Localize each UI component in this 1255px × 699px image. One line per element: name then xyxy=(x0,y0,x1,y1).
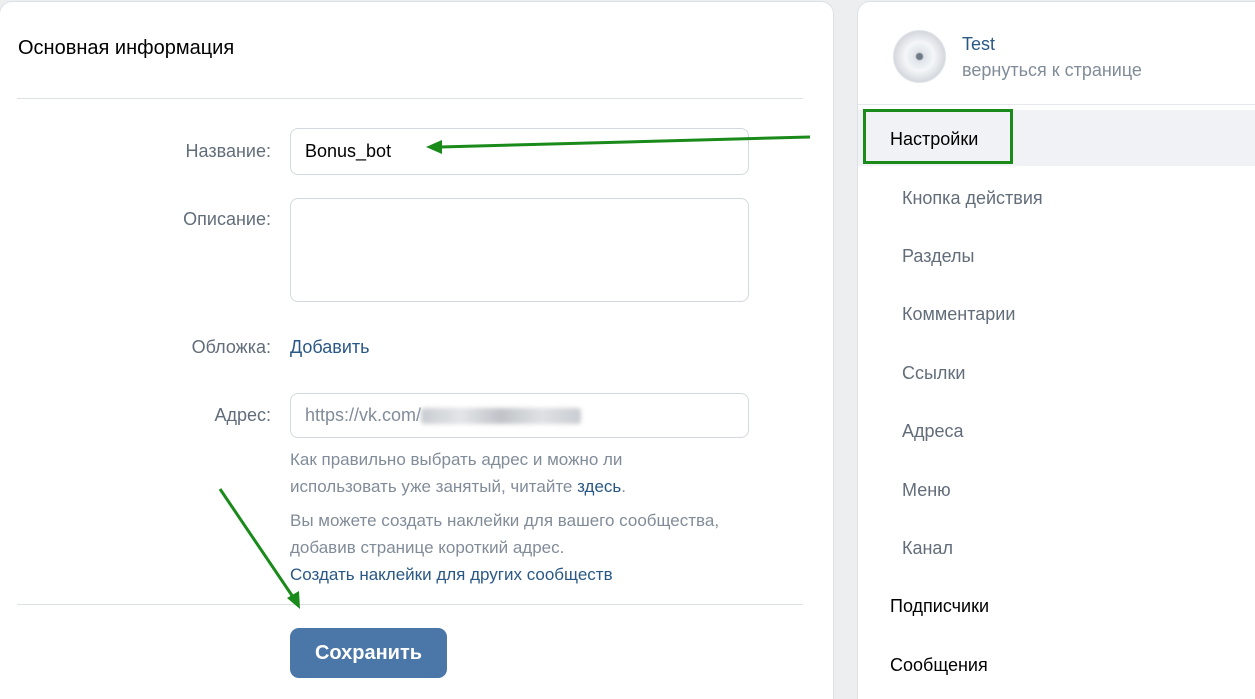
create-stickers-link[interactable]: Создать наклейки для других сообществ xyxy=(290,561,810,588)
annotation-highlight-box xyxy=(863,109,1013,164)
address-hint: Как правильно выбрать адрес и можно ли и… xyxy=(290,446,810,500)
sidebar-item-channel[interactable]: Канал xyxy=(902,538,953,559)
sidebar-item-messages[interactable]: Сообщения xyxy=(890,655,988,676)
stickers-hint-line1: Вы можете создать наклейки для вашего со… xyxy=(290,511,720,530)
sidebar-item-subscribers[interactable]: Подписчики xyxy=(890,596,989,617)
sidebar-divider xyxy=(858,104,1255,105)
name-label: Название: xyxy=(185,141,271,161)
avatar[interactable] xyxy=(893,30,946,83)
stickers-hint-line2: добавив странице короткий адрес. xyxy=(290,538,565,557)
address-label: Адрес: xyxy=(214,405,271,425)
cover-add-link[interactable]: Добавить xyxy=(290,337,370,358)
sidebar-item-links[interactable]: Ссылки xyxy=(902,363,965,384)
back-to-page-link[interactable]: вернуться к странице xyxy=(962,60,1142,81)
divider-top xyxy=(17,98,803,99)
page-title: Основная информация xyxy=(18,37,235,59)
address-prefix: https://vk.com/ xyxy=(305,405,422,425)
stickers-hint: Вы можете создать наклейки для вашего со… xyxy=(290,507,810,588)
profile-name[interactable]: Test xyxy=(962,34,995,55)
save-button[interactable]: Сохранить xyxy=(290,628,447,678)
address-blurred-value xyxy=(421,408,582,425)
address-hint-line2: использовать уже занятый, читайте здесь. xyxy=(290,473,810,500)
description-textarea[interactable] xyxy=(290,198,749,302)
sidebar-item-sections[interactable]: Разделы xyxy=(902,246,974,267)
address-hint-period: . xyxy=(621,477,626,496)
address-hint-line1: Как правильно выбрать адрес и можно ли xyxy=(290,450,623,469)
page: Основная информация Название: Bonus_bot … xyxy=(0,0,1255,699)
description-label: Описание: xyxy=(183,209,271,229)
address-input[interactable]: https://vk.com/ xyxy=(290,393,749,438)
sidebar-item-comments[interactable]: Комментарии xyxy=(902,304,1015,325)
name-input-value: Bonus_bot xyxy=(305,141,392,161)
sidebar-item-menu[interactable]: Меню xyxy=(902,480,951,501)
name-input[interactable]: Bonus_bot xyxy=(290,128,749,175)
address-help-link[interactable]: здесь xyxy=(577,477,621,496)
address-hint-text: использовать уже занятый, читайте xyxy=(290,477,578,496)
sidebar-item-action-button[interactable]: Кнопка действия xyxy=(902,188,1043,209)
divider-bottom xyxy=(17,604,803,605)
cover-label: Обложка: xyxy=(191,337,271,357)
sidebar-item-addresses[interactable]: Адреса xyxy=(902,421,964,442)
sidebar-card xyxy=(858,2,1255,699)
